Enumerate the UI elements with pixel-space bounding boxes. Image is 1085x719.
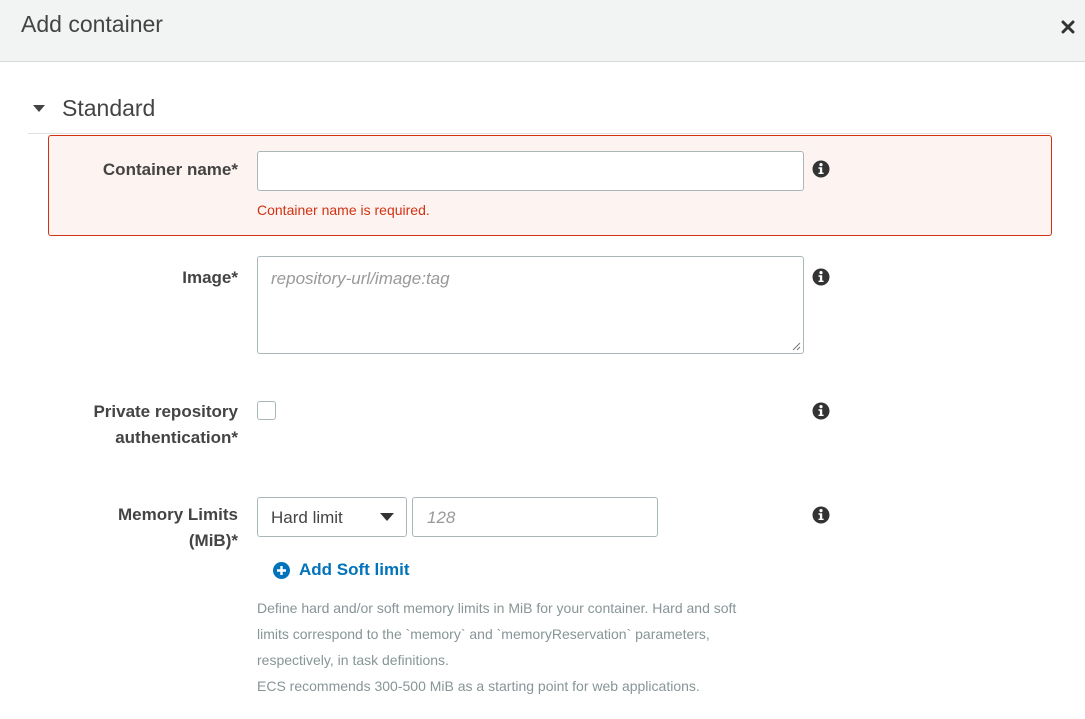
plus-circle-icon	[273, 561, 290, 579]
memory-limit-placeholder: 128	[427, 508, 456, 527]
help-line: respectively, in task definitions.	[257, 652, 449, 668]
info-icon[interactable]	[812, 160, 830, 178]
private-repo-label-line1: Private repository	[93, 402, 238, 421]
memory-limit-type-select[interactable]: Hard limit	[257, 497, 407, 537]
chevron-down-icon	[380, 513, 394, 521]
image-label: Image*	[182, 268, 238, 287]
add-soft-limit-button[interactable]: Add Soft limit	[273, 558, 409, 582]
section-divider	[28, 133, 1052, 134]
section-title: Standard	[62, 95, 156, 121]
add-soft-limit-label: Add Soft limit	[299, 560, 410, 579]
help-line: limits correspond to the `memory` and `m…	[257, 626, 710, 642]
private-repo-label-line2: authentication*	[115, 428, 238, 447]
image-textarea[interactable]: repository-url/image:tag	[257, 256, 804, 354]
private-repo-checkbox[interactable]	[257, 401, 276, 420]
info-icon[interactable]	[812, 402, 830, 420]
memory-limit-type-value: Hard limit	[271, 508, 343, 527]
modal-title: Add container	[21, 11, 163, 37]
close-icon	[1061, 20, 1075, 34]
container-name-error: Container name is required.	[257, 202, 430, 218]
resize-grip-icon[interactable]	[791, 341, 801, 351]
container-name-label: Container name*	[102, 160, 238, 179]
private-repo-label: Private repository authentication*	[93, 399, 238, 451]
memory-help-text: Define hard and/or soft memory limits in…	[257, 595, 787, 699]
info-icon[interactable]	[812, 506, 830, 524]
container-name-input[interactable]	[257, 151, 804, 191]
close-button[interactable]	[1057, 16, 1079, 38]
help-line: ECS recommends 300-500 MiB as a starting…	[257, 678, 700, 694]
memory-limits-label-line1: Memory Limits	[118, 505, 238, 524]
image-placeholder: repository-url/image:tag	[271, 269, 450, 288]
caret-down-icon	[33, 105, 45, 112]
memory-limits-label: Memory Limits (MiB)*	[118, 502, 238, 554]
memory-limit-input[interactable]: 128	[412, 497, 658, 537]
memory-limits-label-line2: (MiB)*	[188, 531, 238, 550]
info-icon[interactable]	[812, 268, 830, 286]
help-line: Define hard and/or soft memory limits in…	[257, 600, 737, 616]
modal-header: Add container	[0, 0, 1085, 62]
